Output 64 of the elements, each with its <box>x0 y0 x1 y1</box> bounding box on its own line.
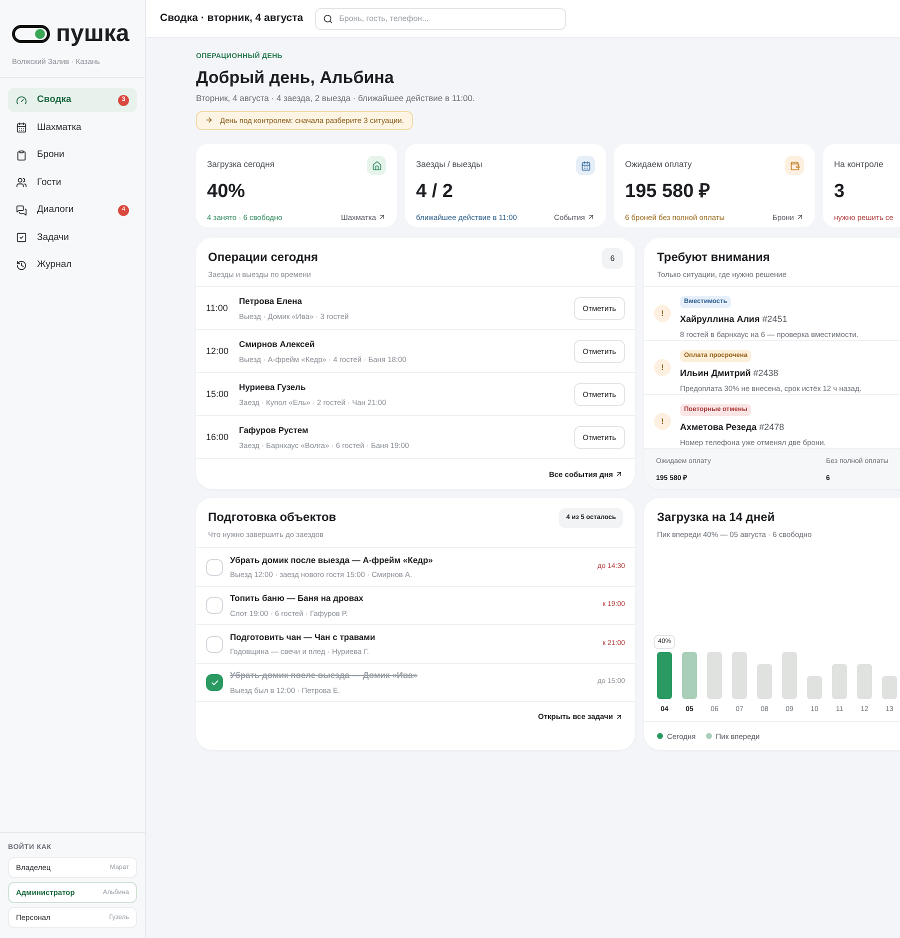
operation-time: 15:00 <box>206 388 230 400</box>
nav-item[interactable]: Задачи <box>8 226 137 250</box>
operation-time: 11:00 <box>206 302 229 314</box>
operation-time: 12:00 <box>206 344 230 358</box>
task-title: Топить баню — Баня на дровах <box>230 592 364 605</box>
booking-number: #2478 <box>759 422 784 432</box>
warning-icon: ! <box>654 413 671 430</box>
nav-item[interactable]: Брони <box>8 143 137 168</box>
guest-name: Петрова Елена <box>239 294 304 308</box>
arrow-up-right-icon <box>615 712 623 721</box>
page-title: Сводка · вторник, 4 августа <box>160 10 304 26</box>
nav-item[interactable]: Шахматка <box>8 116 137 140</box>
task-title: Убрать домик после выезда — Домик «Ива» <box>230 669 418 682</box>
stat-value: 40% <box>207 180 246 204</box>
card-title: Подготовка объектов <box>208 509 336 526</box>
stat-value: 4 / 2 <box>416 180 454 204</box>
calendar-icon <box>16 122 27 134</box>
stat-label: Ожидаем оплату <box>625 158 692 171</box>
guest-name: Нуриева Гузель <box>239 380 307 394</box>
clipboard-icon <box>16 150 27 161</box>
users-icon <box>16 177 27 188</box>
chat-icon <box>16 204 27 216</box>
arrow-up-right-icon <box>587 213 595 222</box>
task-title: Убрать домик после выезда — А-фрейм «Кедр» <box>230 554 434 566</box>
guest-name: Ахметова Резеда <box>680 422 757 432</box>
arrow-up-right-icon <box>796 213 804 222</box>
warning-icon: ! <box>654 359 671 376</box>
operation-time: 16:00 <box>206 430 230 444</box>
checkbox-icon <box>16 232 27 244</box>
card-title: Операции сегодня <box>208 249 318 266</box>
search-icon <box>323 14 334 24</box>
stat-label: На контроле <box>834 158 884 171</box>
warning-icon: ! <box>654 305 671 322</box>
check-icon <box>210 678 218 686</box>
task-title: Подготовить чан — Чан с травами <box>230 630 376 644</box>
stat-value: 3 <box>834 180 846 204</box>
card-title: Загрузка на 14 дней <box>657 509 776 526</box>
stat-label: Заезды / выезды <box>416 158 482 171</box>
history-icon <box>16 260 27 271</box>
house-icon <box>367 156 386 176</box>
booking-number: #2451 <box>762 314 788 324</box>
count-badge: 6 <box>602 248 623 270</box>
guest-name: Гафуров Рустем <box>239 424 310 436</box>
nav-item[interactable]: Журнал <box>8 253 137 278</box>
booking-number: #2438 <box>753 368 778 378</box>
brand-name: пушка <box>56 22 130 46</box>
greeting-subtitle: Вторник, 4 августа · 4 заезда, 2 выезда · ближайшее действие в 11:00. <box>196 92 476 105</box>
arrow-icon <box>205 116 213 124</box>
guest-name: Ильин Дмитрий <box>680 368 751 378</box>
greeting-title: Добрый день, Альбина <box>196 66 395 88</box>
gauge-icon <box>16 94 27 106</box>
calendar-icon <box>576 156 595 176</box>
card-title: Требуют внимания <box>657 249 771 266</box>
guest-name: Хайруллина Алия <box>680 314 760 324</box>
toggle-logo-icon <box>12 25 50 43</box>
wallet-icon <box>785 156 804 176</box>
arrow-up-right-icon <box>378 213 386 222</box>
stat-value: 195 580 ₽ <box>625 180 711 204</box>
nav-item[interactable]: Гости <box>8 170 137 195</box>
stat-label: Загрузка сегодня <box>207 158 274 171</box>
search-field[interactable]: Бронь, гость, телефон... <box>315 8 566 30</box>
task-checkbox[interactable] <box>206 674 223 691</box>
arrow-up-right-icon <box>615 470 623 478</box>
guest-name: Смирнов Алексей <box>239 338 316 350</box>
